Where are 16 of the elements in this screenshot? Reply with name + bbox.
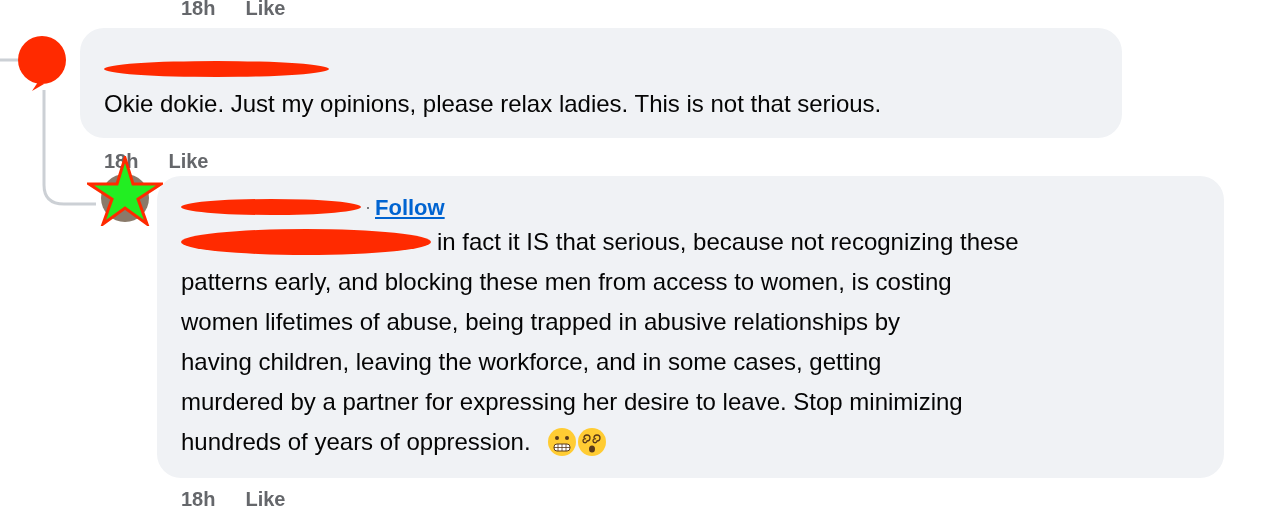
separator-dot: · [365,195,371,219]
like-link[interactable]: Like [245,0,286,18]
timestamp: 18h [181,487,216,510]
comment-text: hundreds of years of oppression. [181,427,531,457]
dizzy-face-icon [576,427,607,457]
timestamp: 18h [181,0,216,18]
comment-text: women lifetimes of abuse, being trapped in abusive relationships by [181,307,901,337]
comment-text: having children, leaving the workforce, and in some cases, getting [181,347,882,377]
follow-link[interactable]: Follow [375,190,445,224]
grimace-face-icon [546,427,577,457]
comment-text: in fact it IS that serious, because not recognizing these [437,227,1019,257]
like-link[interactable]: Like [245,484,286,510]
comment-text: Okie dokie. Just my opinions, please relax ladies. This is not that serious. [104,89,882,119]
like-link[interactable]: Like [168,146,209,176]
comment-text: murdered by a partner for expressing her desire to leave. Stop minimizing [181,387,963,417]
comment-text: patterns early, and blocking these men from access to women, is costing [181,267,952,297]
